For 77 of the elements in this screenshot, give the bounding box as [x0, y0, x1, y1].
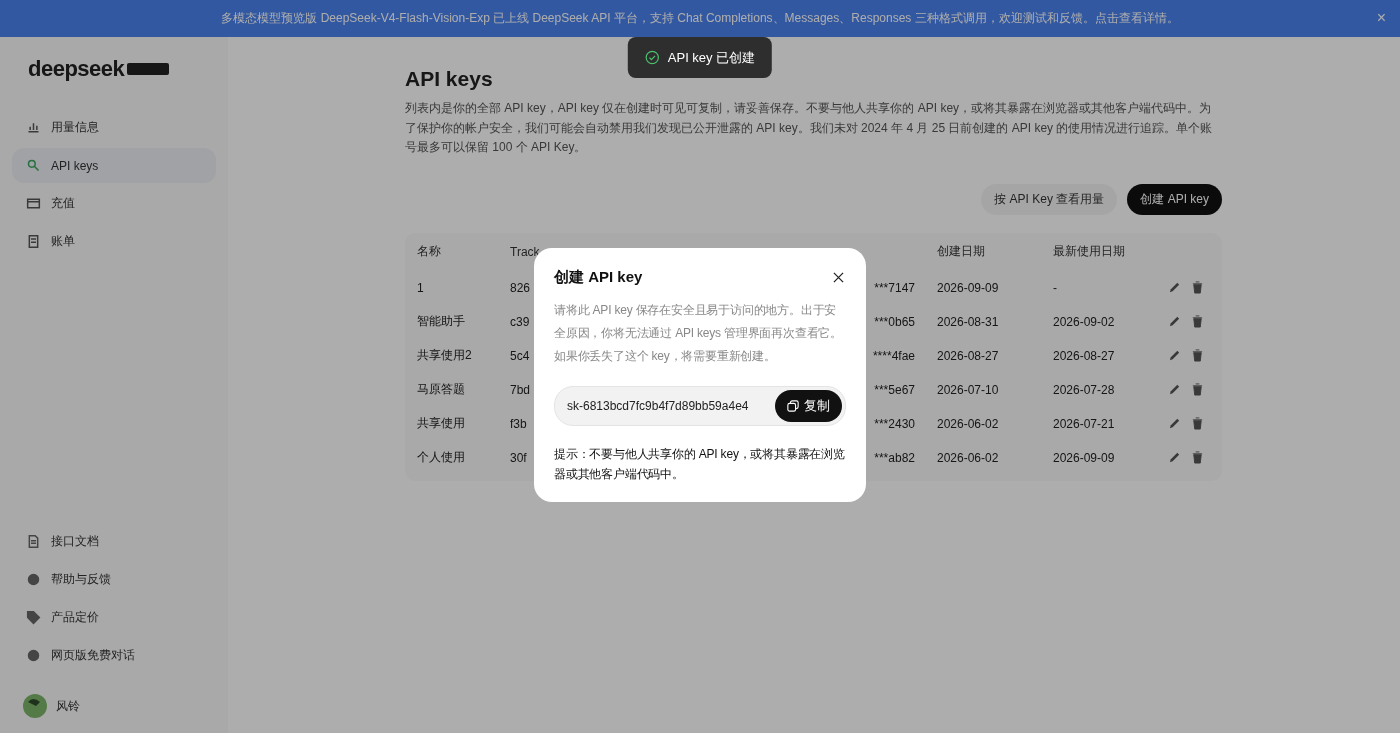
edit-icon[interactable] — [1168, 451, 1181, 464]
nav-item[interactable]: 接口文档 — [12, 524, 216, 559]
table-cell: 智能助手 — [417, 313, 465, 330]
logo-badge — [127, 63, 170, 75]
copy-button[interactable]: 复制 — [775, 390, 842, 422]
user-name: 风铃 — [56, 697, 80, 715]
dialog-title: 创建 API key — [554, 268, 643, 287]
table-cell: 2026-07-28 — [1053, 382, 1115, 397]
column-header: 创建日期 — [937, 243, 985, 260]
nav-item[interactable]: 账单 — [12, 224, 216, 259]
edit-icon[interactable] — [1168, 349, 1181, 362]
delete-icon[interactable] — [1191, 417, 1204, 430]
table-cell: 2026-08-27 — [1053, 348, 1115, 363]
table-cell: 2026-06-02 — [937, 450, 999, 465]
table-cell: 7bd — [510, 382, 531, 397]
dialog-description: 请将此 API key 保存在安全且易于访问的地方。出于安全原因，你将无法通过 API keys 管理界面再次查看它。如果你丢失了这个 key，将需要重新创建。 — [554, 302, 844, 365]
column-header: 名称 — [417, 243, 441, 260]
dialog-hint: 提示：不要与他人共享你的 API key，或将其暴露在浏览器或其他客户端代码中。 — [554, 446, 846, 483]
tag-icon — [26, 610, 41, 625]
table-cell: - — [1053, 280, 1057, 295]
column-header: 最新使用日期 — [1053, 243, 1125, 260]
column-header: Track — [510, 244, 540, 259]
table-cell: 2026-07-10 — [937, 382, 999, 397]
table-cell: ***7147 — [874, 280, 915, 295]
check-icon — [644, 50, 660, 65]
table-cell: 826 — [510, 280, 531, 295]
nav-item[interactable]: API keys — [12, 148, 216, 183]
delete-icon[interactable] — [1191, 383, 1204, 396]
table-cell: c39 — [510, 314, 530, 329]
table-cell: 30f — [510, 450, 527, 465]
nav-item[interactable]: 充值 — [12, 186, 216, 221]
page-description: 列表内是你的全部 API key，API key 仅在创建时可见可复制，请妥善保存。不要与他人共享你的 API key，或将其暴露在浏览器或其他客户端代码中。为了保护你的帐户安全，我们可能会自动禁用我们发现已公开泄露的 API key。我们未对 2024 年 4 月 25 日前创建的 API key 的使用情况进行追踪。单个账号最多可以保留 100 个 API Key。 — [405, 100, 1214, 156]
avatar-icon[interactable] — [22, 693, 48, 719]
key-field[interactable]: sk-6813bcd7fc9b4f7d89bb59a4e4 复制 — [554, 386, 846, 426]
table-cell: 1 — [417, 280, 424, 295]
table-cell: 5c4 — [510, 348, 530, 363]
logo-text: deepseek — [28, 56, 125, 82]
delete-icon[interactable] — [1191, 451, 1204, 464]
nav-item[interactable]: 产品定价 — [12, 600, 216, 635]
card-icon — [26, 196, 41, 211]
person-icon — [26, 234, 41, 249]
search-icon — [26, 158, 41, 173]
edit-icon[interactable] — [1168, 383, 1181, 396]
table-cell: 马原答题 — [417, 381, 465, 398]
table-cell: ***0b65 — [874, 314, 915, 329]
page-title: API keys — [405, 67, 494, 91]
delete-icon[interactable] — [1191, 349, 1204, 362]
table-cell: 2026-07-21 — [1053, 416, 1115, 431]
nav-item[interactable]: 网页版免费对话 — [12, 638, 216, 673]
nav-item[interactable]: 帮助与反馈 — [12, 562, 216, 597]
table-cell: 2026-09-09 — [1053, 450, 1115, 465]
edit-icon[interactable] — [1168, 315, 1181, 328]
usage-button[interactable]: 按 API Key 查看用量 — [981, 183, 1118, 215]
document-icon — [26, 534, 41, 549]
table-cell: f3b — [510, 416, 527, 431]
chart-icon — [26, 120, 41, 135]
table-cell: 2026-09-02 — [1053, 314, 1115, 329]
table-cell: 2026-09-09 — [937, 280, 999, 295]
delete-icon[interactable] — [1191, 315, 1204, 328]
table-cell: ***2430 — [874, 416, 915, 431]
delete-icon[interactable] — [1191, 281, 1204, 294]
table-cell: ***5e67 — [874, 382, 915, 397]
table-cell: 共享使用2 — [417, 347, 472, 364]
table-cell: 2026-06-02 — [937, 416, 999, 431]
toast-text: API key 已创建 — [667, 48, 756, 67]
nav-item[interactable]: 用量信息 — [12, 110, 216, 145]
table-cell: 个人使用 — [417, 449, 465, 466]
copy-icon — [787, 400, 799, 412]
table-cell: ****4fae — [872, 348, 915, 363]
table-cell: 2026-08-27 — [937, 348, 999, 363]
edit-icon[interactable] — [1168, 281, 1181, 294]
create-key-button[interactable]: 创建 API key — [1127, 183, 1222, 215]
close-icon[interactable] — [833, 272, 844, 283]
table-cell: 共享使用 — [417, 415, 465, 432]
edit-icon[interactable] — [1168, 417, 1181, 430]
table-cell: ***ab82 — [874, 450, 915, 465]
table-cell: 2026-08-31 — [937, 314, 999, 329]
